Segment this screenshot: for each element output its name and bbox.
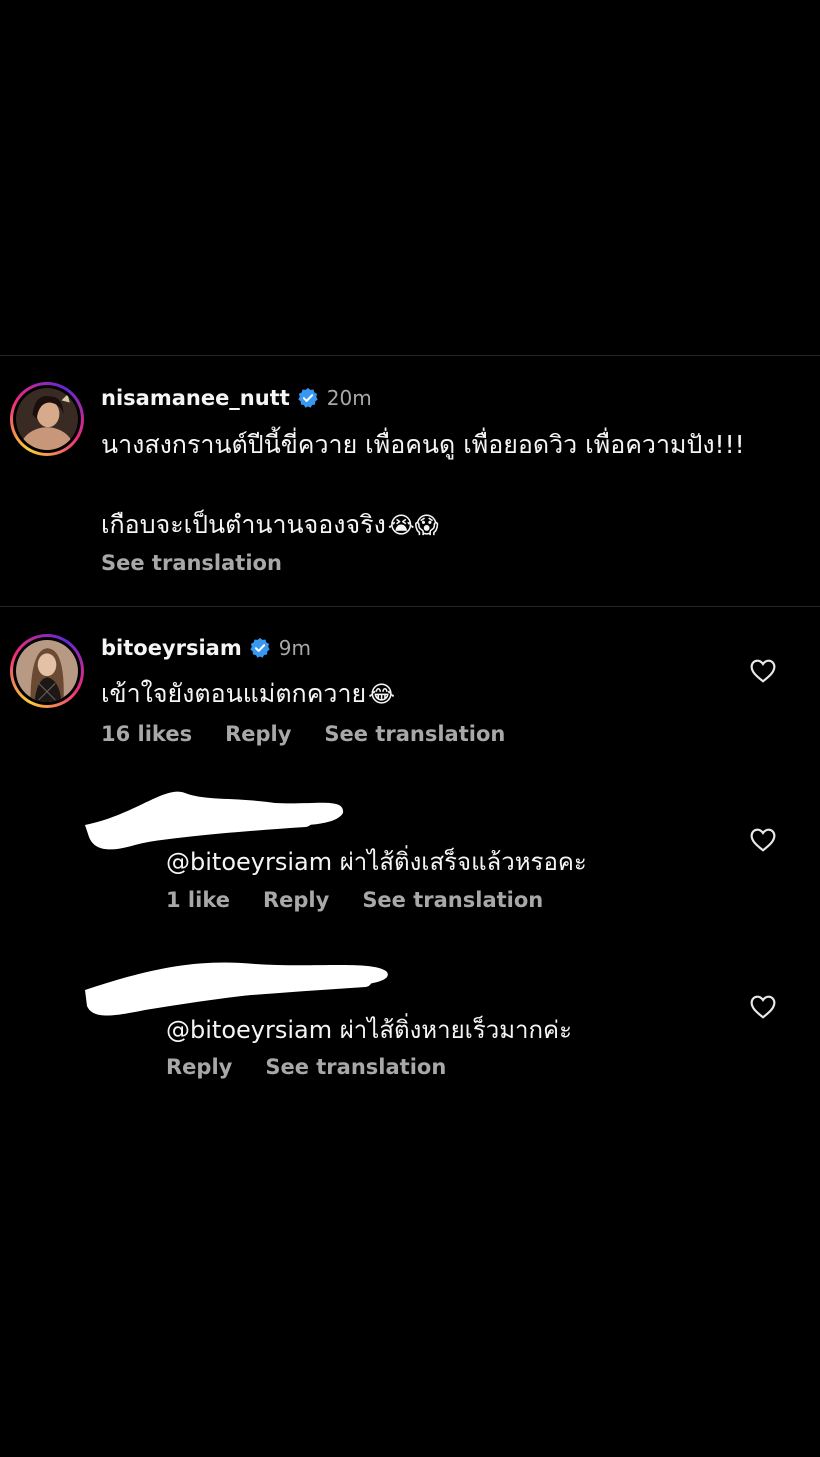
- caption-see-translation[interactable]: See translation: [101, 551, 282, 575]
- caption-meta: nisamanee_nutt 20m: [101, 386, 372, 410]
- caption-time: 20m: [326, 386, 372, 410]
- reply-1-actions: 1 like Reply See translation: [166, 888, 576, 912]
- reply-1-text: @bitoeyrsiam ผ่าไส้ติ่งเสร็จแล้วหรอคะ: [166, 848, 587, 876]
- avatar-bitoeyrsiam[interactable]: [10, 634, 84, 708]
- reply-2-reply-button[interactable]: Reply: [166, 1055, 232, 1079]
- caption-line-2: เกือบจะเป็นตำนานจองจริง😭😱: [101, 505, 439, 545]
- avatar-photo: [16, 640, 78, 702]
- reply-2-like-heart-icon[interactable]: [750, 995, 776, 1019]
- comment-time: 9m: [278, 636, 311, 660]
- comment-text-body: เข้าใจยังตอนแม่ตกควาย: [101, 679, 367, 708]
- comment-see-translation[interactable]: See translation: [324, 722, 505, 746]
- caption-line-2-text: เกือบจะเป็นตำนานจองจริง: [101, 510, 386, 539]
- reply-2-actions: Reply See translation: [166, 1055, 479, 1079]
- comment-username[interactable]: bitoeyrsiam: [101, 636, 242, 660]
- reply-1-likes[interactable]: 1 like: [166, 888, 230, 912]
- reply-1-like-heart-icon[interactable]: [750, 828, 776, 852]
- comment-meta: bitoeyrsiam 9m: [101, 636, 311, 660]
- reply-1-see-translation[interactable]: See translation: [362, 888, 543, 912]
- comment-reply-button[interactable]: Reply: [225, 722, 291, 746]
- avatar-photo: [16, 388, 78, 450]
- verified-badge-icon: [250, 637, 270, 658]
- reply-1-reply-button[interactable]: Reply: [263, 888, 329, 912]
- comment-likes[interactable]: 16 likes: [101, 722, 192, 746]
- verified-badge-icon: [298, 387, 318, 408]
- comment-actions: 16 likes Reply See translation: [101, 722, 538, 746]
- comment-like-heart-icon[interactable]: [750, 659, 776, 683]
- comment-text: เข้าใจยังตอนแม่ตกควาย😂: [101, 674, 395, 714]
- caption-divider: [0, 606, 820, 607]
- caption-emojis: 😭😱: [387, 513, 439, 539]
- caption-username[interactable]: nisamanee_nutt: [101, 386, 290, 410]
- reply-2-text: @bitoeyrsiam ผ่าไส้ติ่งหายเร็วมากค่ะ: [166, 1016, 572, 1044]
- top-divider: [0, 355, 820, 356]
- caption-line-1: นางสงกรานต์ปีนี้ขี่ควาย เพื่อคนดู เพื่อย…: [101, 430, 745, 459]
- reply-2-see-translation[interactable]: See translation: [265, 1055, 446, 1079]
- comment-emoji: 😂: [368, 682, 396, 708]
- avatar-nisamanee[interactable]: [10, 382, 84, 456]
